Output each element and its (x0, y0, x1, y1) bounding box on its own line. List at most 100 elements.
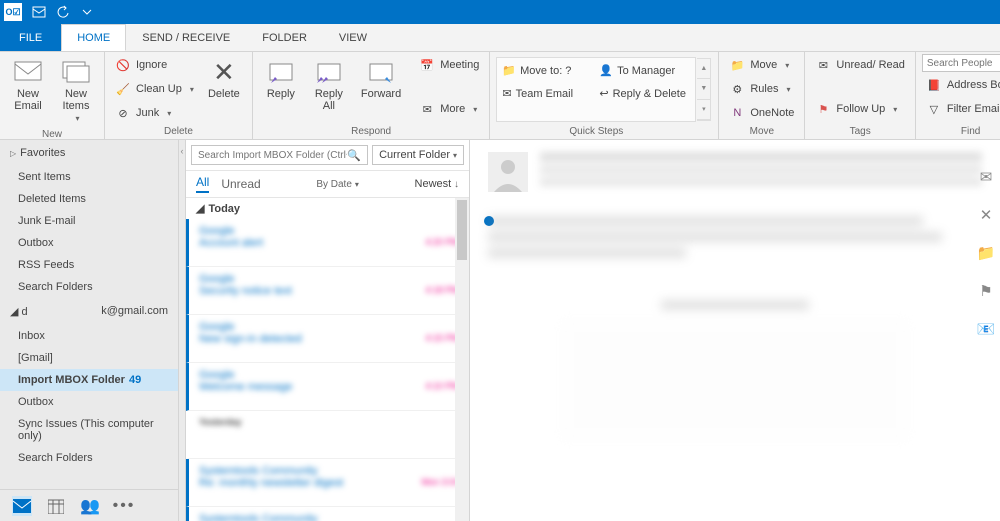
sender-avatar (488, 152, 528, 192)
search-messages-input[interactable] (198, 150, 347, 161)
ribbon-group-delete: 🚫Ignore 🧹Clean Up ⊘Junk ✕ Delete Delete (105, 52, 253, 139)
favorites-header[interactable]: ▷Favorites (0, 140, 178, 166)
more-respond-button[interactable]: ✉More (415, 98, 483, 120)
group-label-respond: Respond (259, 124, 483, 139)
search-people-input[interactable] (922, 54, 1000, 72)
nav-folder[interactable]: Search Folders (0, 447, 178, 469)
message-body-blurred (488, 216, 982, 440)
nav-folder[interactable]: [Gmail] (0, 347, 178, 369)
side-folder-icon[interactable]: 📁 (977, 244, 995, 262)
ribbon: New Email New Items New 🚫Ignore 🧹Clean U… (0, 52, 1000, 140)
ribbon-group-find: 📕Address Book ▽Filter Email Find (916, 52, 1000, 139)
nav-footer: 👥 ••• (0, 489, 178, 521)
nav-folder[interactable]: Inbox (0, 325, 178, 347)
account-header[interactable]: ◢ d k@gmail.com (0, 298, 178, 325)
meeting-button[interactable]: 📅Meeting (415, 54, 483, 76)
message-item[interactable]: GoogleNew sign-in detected4:15 PM (186, 315, 469, 363)
workspace: ▷Favorites Sent ItemsDeleted ItemsJunk E… (0, 140, 1000, 521)
onenote-button[interactable]: NOneNote (725, 102, 798, 124)
sort-newest[interactable]: Newest ↓ (415, 178, 459, 190)
side-close-icon[interactable]: ✕ (977, 206, 995, 224)
filter-all[interactable]: All (196, 175, 209, 193)
side-flag-icon[interactable]: ⚑ (977, 282, 995, 300)
nav-folder[interactable]: Outbox (0, 391, 178, 413)
ribbon-tabs: FILE HOME SEND / RECEIVE FOLDER VIEW (0, 24, 1000, 52)
group-label-delete: Delete (111, 124, 246, 139)
chevron-right-icon: ▷ (10, 149, 16, 158)
qs-to-manager[interactable]: 👤To Manager (597, 61, 690, 80)
search-scope-dropdown[interactable]: Current Folder (372, 145, 464, 165)
undo-icon[interactable] (56, 5, 70, 19)
message-item[interactable]: Systemtools CommunityRe: monthly newslet… (186, 459, 469, 507)
nav-item[interactable]: Outbox (0, 232, 178, 254)
group-label-tags: Tags (811, 124, 909, 139)
tab-view[interactable]: VIEW (323, 24, 383, 51)
delete-button[interactable]: ✕ Delete (202, 54, 246, 104)
reply-button[interactable]: Reply (259, 54, 303, 104)
qat-dropdown-icon[interactable] (80, 5, 94, 19)
nav-folder[interactable]: Sync Issues (This computer only) (0, 413, 178, 447)
move-button[interactable]: 📁Move (725, 54, 798, 76)
group-label-quicksteps: Quick Steps (496, 124, 696, 139)
tab-file[interactable]: FILE (0, 24, 61, 51)
side-read-icon[interactable]: 📧 (977, 320, 995, 338)
reply-all-button[interactable]: Reply All (307, 54, 351, 116)
tab-home[interactable]: HOME (61, 24, 126, 51)
new-email-button[interactable]: New Email (6, 54, 50, 116)
rules-button[interactable]: ⚙Rules (725, 78, 798, 100)
mail-view-icon[interactable] (12, 496, 32, 516)
qs-reply-delete[interactable]: ↩Reply & Delete (597, 84, 690, 103)
date-header-today[interactable]: ◢Today (186, 198, 469, 219)
nav-item[interactable]: Sent Items (0, 166, 178, 188)
people-view-icon[interactable]: 👥 (80, 496, 100, 516)
message-list-scrollbar[interactable] (455, 198, 469, 521)
new-email-label: New Email (14, 88, 42, 112)
nav-item[interactable]: Search Folders (0, 276, 178, 298)
qs-team-email[interactable]: ✉Team Email (500, 84, 593, 103)
message-item[interactable]: Yesterday (186, 411, 469, 459)
message-item[interactable]: GoogleWelcome message4:10 PM (186, 363, 469, 411)
new-items-button[interactable]: New Items (54, 54, 98, 127)
ribbon-group-respond: Reply Reply All Forward 📅Meeting ✉More R… (253, 52, 490, 139)
more-views-icon[interactable]: ••• (114, 496, 134, 516)
qs-gallery-arrows[interactable]: ▲▼▾ (697, 58, 711, 121)
follow-up-button[interactable]: ⚑Follow Up (811, 98, 909, 120)
tab-send-receive[interactable]: SEND / RECEIVE (126, 24, 246, 51)
nav-item[interactable]: RSS Feeds (0, 254, 178, 276)
forward-button[interactable]: Forward (355, 54, 407, 104)
filter-unread[interactable]: Unread (221, 177, 260, 191)
address-book-button[interactable]: 📕Address Book (922, 74, 1000, 96)
search-messages-box[interactable]: 🔍 (191, 145, 368, 165)
message-item[interactable]: GoogleSecurity notice text4:18 PM (186, 267, 469, 315)
side-toolbar: ✉ ✕ 📁 ⚑ 📧 (972, 168, 1000, 338)
search-icon[interactable]: 🔍 (347, 149, 361, 162)
group-label-find: Find (922, 124, 1000, 139)
cleanup-button[interactable]: 🧹Clean Up (111, 78, 198, 100)
outlook-logo-icon: O☑ (4, 3, 22, 21)
qat-new-icon[interactable] (32, 5, 46, 19)
tab-folder[interactable]: FOLDER (246, 24, 323, 51)
unread-read-button[interactable]: ✉Unread/ Read (811, 54, 909, 76)
filter-email-button[interactable]: ▽Filter Email (922, 98, 1000, 120)
nav-item[interactable]: Junk E-mail (0, 210, 178, 232)
group-label-move: Move (725, 124, 798, 139)
nav-folder[interactable]: Import MBOX Folder49 (0, 369, 178, 391)
pane-splitter[interactable]: ‹ (179, 140, 186, 521)
sort-by-date[interactable]: By Date (316, 179, 359, 190)
message-item[interactable]: GoogleAccount alert4:20 PM (186, 219, 469, 267)
side-mail-icon[interactable]: ✉ (977, 168, 995, 186)
message-item[interactable]: Systemtools CommunityUpdates and announc… (186, 507, 469, 521)
qs-move-to[interactable]: 📁Move to: ? (500, 61, 593, 80)
ribbon-group-tags: ✉Unread/ Read ⚑Follow Up Tags (805, 52, 916, 139)
ignore-button[interactable]: 🚫Ignore (111, 54, 198, 76)
message-list: ◢Today GoogleAccount alert4:20 PM Google… (186, 198, 469, 521)
message-header-blurred (540, 152, 982, 192)
calendar-view-icon[interactable] (46, 496, 66, 516)
reading-pane (470, 140, 1000, 521)
ribbon-group-new: New Email New Items New (0, 52, 105, 139)
junk-button[interactable]: ⊘Junk (111, 102, 198, 124)
new-items-label: New Items (63, 88, 90, 112)
message-list-pane: 🔍 Current Folder All Unread By Date Newe… (186, 140, 470, 521)
account-email: k@gmail.com (101, 305, 168, 318)
nav-item[interactable]: Deleted Items (0, 188, 178, 210)
